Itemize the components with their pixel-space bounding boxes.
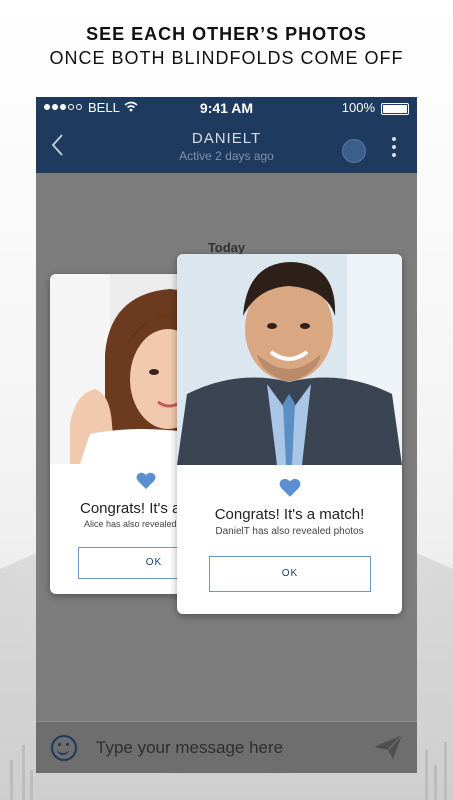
headline-line-1: SEE EACH OTHER’S PHOTOS <box>86 24 367 44</box>
phone-screen: BELL 9:41 AM 100% DANIELT Active 2 days … <box>36 97 417 773</box>
send-icon[interactable] <box>373 734 403 760</box>
more-vertical-icon[interactable] <box>392 137 396 157</box>
message-input[interactable] <box>94 734 368 762</box>
battery-icon <box>381 103 409 115</box>
ok-button[interactable]: OK <box>209 556 371 592</box>
match-card-title: Congrats! It's a match! <box>214 506 365 523</box>
date-separator: Today <box>207 240 246 255</box>
chat-topbar: BELL 9:41 AM 100% DANIELT Active 2 days … <box>36 97 417 173</box>
match-card-daniel: Congrats! It's a match! DanielT has also… <box>177 254 402 614</box>
heart-icon <box>279 478 301 497</box>
status-bar: BELL 9:41 AM 100% <box>36 97 417 119</box>
match-card-subtitle: DanielT has also revealed photos <box>215 526 364 537</box>
daniel-photo <box>177 254 402 465</box>
blindfold-toggle-icon[interactable] <box>342 139 366 163</box>
emoji-icon[interactable] <box>51 735 77 761</box>
headline-line-2: ONCE BOTH BLINDFOLDS COME OFF <box>49 48 404 68</box>
message-composer <box>36 721 417 773</box>
battery-percent: 100% <box>341 100 375 115</box>
heart-icon <box>136 472 156 489</box>
promo-headline: SEE EACH OTHER’S PHOTOS ONCE BOTH BLINDF… <box>0 22 453 70</box>
